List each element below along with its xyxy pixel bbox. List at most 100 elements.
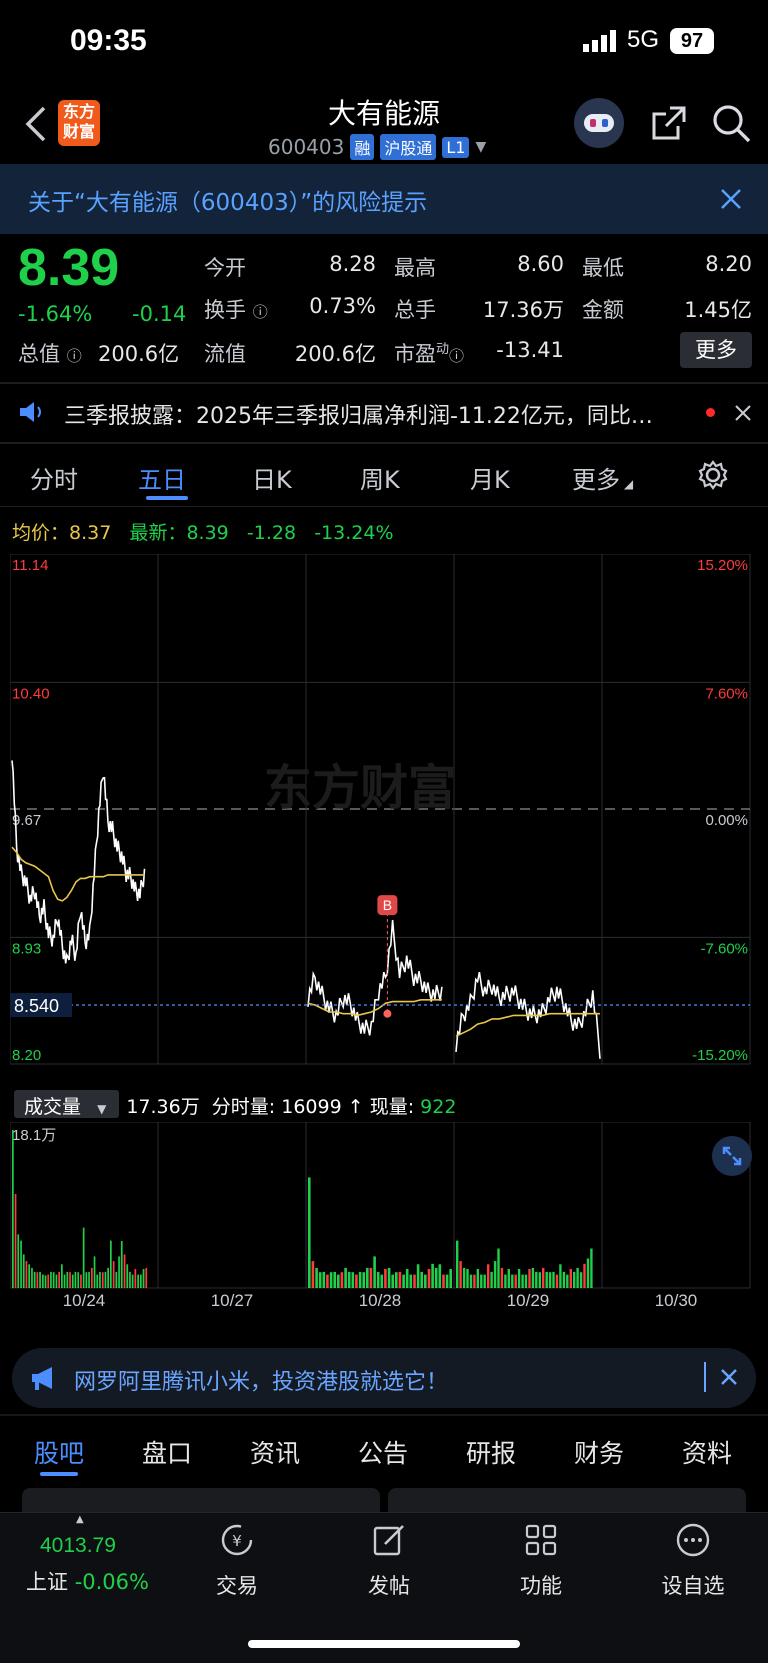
volume-bar bbox=[315, 1267, 318, 1288]
card-preview[interactable] bbox=[22, 1488, 380, 1512]
five-day-price-chart[interactable]: 11.14 15.20%10.40 7.60%9.67 0.00%8.93 -7.60%… bbox=[10, 554, 758, 1084]
volume-bar bbox=[58, 1271, 60, 1288]
more-button[interactable]: 更多 bbox=[680, 332, 752, 368]
volume-bar bbox=[507, 1269, 510, 1288]
volume-bar bbox=[424, 1274, 427, 1288]
risk-banner-text[interactable]: 关于“大有能源（600403）”的风险提示 bbox=[28, 183, 427, 217]
index-value[interactable]: 4013.79 bbox=[40, 1534, 116, 1558]
unread-dot bbox=[706, 408, 715, 417]
promo-banner-text[interactable]: 网罗阿里腾讯小米，投资港股就选它！ bbox=[74, 1364, 448, 1396]
volume-bar bbox=[91, 1267, 93, 1288]
volume-bar bbox=[459, 1261, 462, 1288]
megaphone-icon bbox=[32, 1367, 52, 1390]
volume-bar bbox=[77, 1272, 80, 1288]
grid-apps-icon[interactable] bbox=[523, 1522, 559, 1558]
trade-icon[interactable]: ¥ bbox=[219, 1522, 255, 1558]
volume-bar bbox=[490, 1271, 493, 1288]
volume-bar bbox=[562, 1271, 566, 1288]
market-cap-value: 200.6亿 bbox=[98, 342, 180, 366]
volume-bar bbox=[369, 1267, 373, 1288]
market-cap-label: 总值 ⓘ bbox=[18, 342, 82, 366]
volume-bar bbox=[449, 1269, 452, 1288]
svg-text:¥: ¥ bbox=[232, 1532, 242, 1550]
settings-gear-icon[interactable] bbox=[698, 460, 728, 490]
close-icon[interactable] bbox=[720, 188, 742, 210]
expand-icon[interactable] bbox=[712, 1136, 752, 1176]
y-axis-pct-label: -15.20% bbox=[692, 1047, 748, 1064]
tab-financials[interactable]: 财务 bbox=[574, 1434, 624, 1470]
volume-bar bbox=[131, 1274, 134, 1288]
divider bbox=[704, 1362, 706, 1392]
y-axis-pct-label: 7.60% bbox=[705, 685, 748, 702]
volume-bar bbox=[362, 1272, 365, 1288]
search-icon[interactable] bbox=[712, 104, 752, 144]
volume-bar bbox=[576, 1267, 579, 1288]
watermark: 东方财富 bbox=[264, 760, 456, 816]
tab-announcements[interactable]: 公告 bbox=[358, 1434, 408, 1470]
post-edit-icon[interactable] bbox=[371, 1522, 407, 1558]
volume-bar bbox=[376, 1271, 380, 1288]
share-icon[interactable] bbox=[650, 104, 688, 142]
volume-bar bbox=[101, 1272, 104, 1288]
chevron-down-icon[interactable]: ▼ bbox=[475, 139, 486, 155]
tab-weekly-k[interactable]: 周K bbox=[360, 460, 400, 495]
tab-forum[interactable]: 股吧 bbox=[34, 1434, 84, 1470]
volume-bar bbox=[85, 1272, 88, 1288]
volume-bar bbox=[99, 1271, 101, 1288]
y-axis-label: 8.20 bbox=[12, 1047, 41, 1064]
index-quote[interactable]: 上证 -0.06% bbox=[26, 1566, 149, 1596]
volume-bar bbox=[322, 1271, 326, 1288]
network-type: 5G bbox=[627, 26, 660, 53]
tab-order-book[interactable]: 盘口 bbox=[142, 1434, 192, 1470]
volume-bar bbox=[402, 1274, 405, 1288]
tab-profile[interactable]: 资料 bbox=[682, 1434, 732, 1470]
close-icon[interactable] bbox=[720, 1368, 738, 1386]
tab-more[interactable]: 更多 ◢ bbox=[572, 460, 633, 495]
volume-bar bbox=[340, 1272, 344, 1288]
tab-news[interactable]: 资讯 bbox=[250, 1434, 300, 1470]
close-icon[interactable] bbox=[734, 404, 752, 422]
nav-functions[interactable]: 功能 bbox=[486, 1570, 596, 1600]
card-preview[interactable] bbox=[388, 1488, 746, 1512]
speaker-icon bbox=[20, 402, 41, 422]
volume-bar bbox=[493, 1261, 497, 1288]
volume-bar bbox=[39, 1271, 41, 1288]
volume-bar bbox=[514, 1274, 517, 1288]
volume-bar bbox=[134, 1269, 137, 1288]
battery-indicator: 97 bbox=[670, 28, 714, 54]
volume-bar bbox=[33, 1271, 36, 1288]
more-dots-icon[interactable] bbox=[675, 1522, 711, 1558]
volume-bar bbox=[579, 1272, 583, 1288]
volume-bar bbox=[466, 1269, 469, 1288]
volume-bar bbox=[347, 1271, 351, 1288]
robot-assistant-icon[interactable] bbox=[574, 98, 624, 148]
nav-trade[interactable]: 交易 bbox=[182, 1570, 292, 1600]
tag-margin: 融 bbox=[350, 134, 375, 160]
tab-research[interactable]: 研报 bbox=[466, 1434, 516, 1470]
x-axis-date-label: 10/30 bbox=[655, 1291, 698, 1310]
volume-bar bbox=[326, 1274, 329, 1288]
volume-bar bbox=[55, 1274, 58, 1288]
nav-watchlist[interactable]: 设自选 bbox=[638, 1570, 748, 1600]
volume-chart[interactable]: 18.1万 10/24 10/27 10/28 10/29 10/30 bbox=[10, 1122, 758, 1312]
nav-post[interactable]: 发帖 bbox=[334, 1570, 444, 1600]
volume-bar bbox=[431, 1263, 434, 1288]
volume-bar bbox=[71, 1274, 74, 1288]
volume-bar bbox=[380, 1274, 384, 1288]
volume-bar bbox=[586, 1258, 590, 1288]
tab-daily-k[interactable]: 日K bbox=[252, 460, 292, 495]
volume-bar bbox=[137, 1274, 139, 1288]
tab-five-day[interactable]: 五日 bbox=[138, 460, 186, 495]
volume-bar bbox=[528, 1269, 531, 1288]
tab-intraday[interactable]: 分时 bbox=[30, 460, 78, 495]
volume-bar bbox=[511, 1274, 514, 1288]
tab-monthly-k[interactable]: 月K bbox=[470, 460, 510, 495]
volume-bar bbox=[395, 1272, 398, 1288]
tab-active-indicator bbox=[40, 1472, 78, 1476]
indicator-dropdown-label[interactable]: 成交量 bbox=[24, 1096, 81, 1118]
volume-bar bbox=[420, 1271, 423, 1288]
volume-bar bbox=[118, 1256, 120, 1288]
open-label: 今开 bbox=[204, 256, 246, 280]
volume-bar bbox=[480, 1274, 483, 1288]
news-ticker-text[interactable]: 三季报披露：2025年三季报归属净利润-11.22亿元，同比… bbox=[64, 398, 653, 430]
